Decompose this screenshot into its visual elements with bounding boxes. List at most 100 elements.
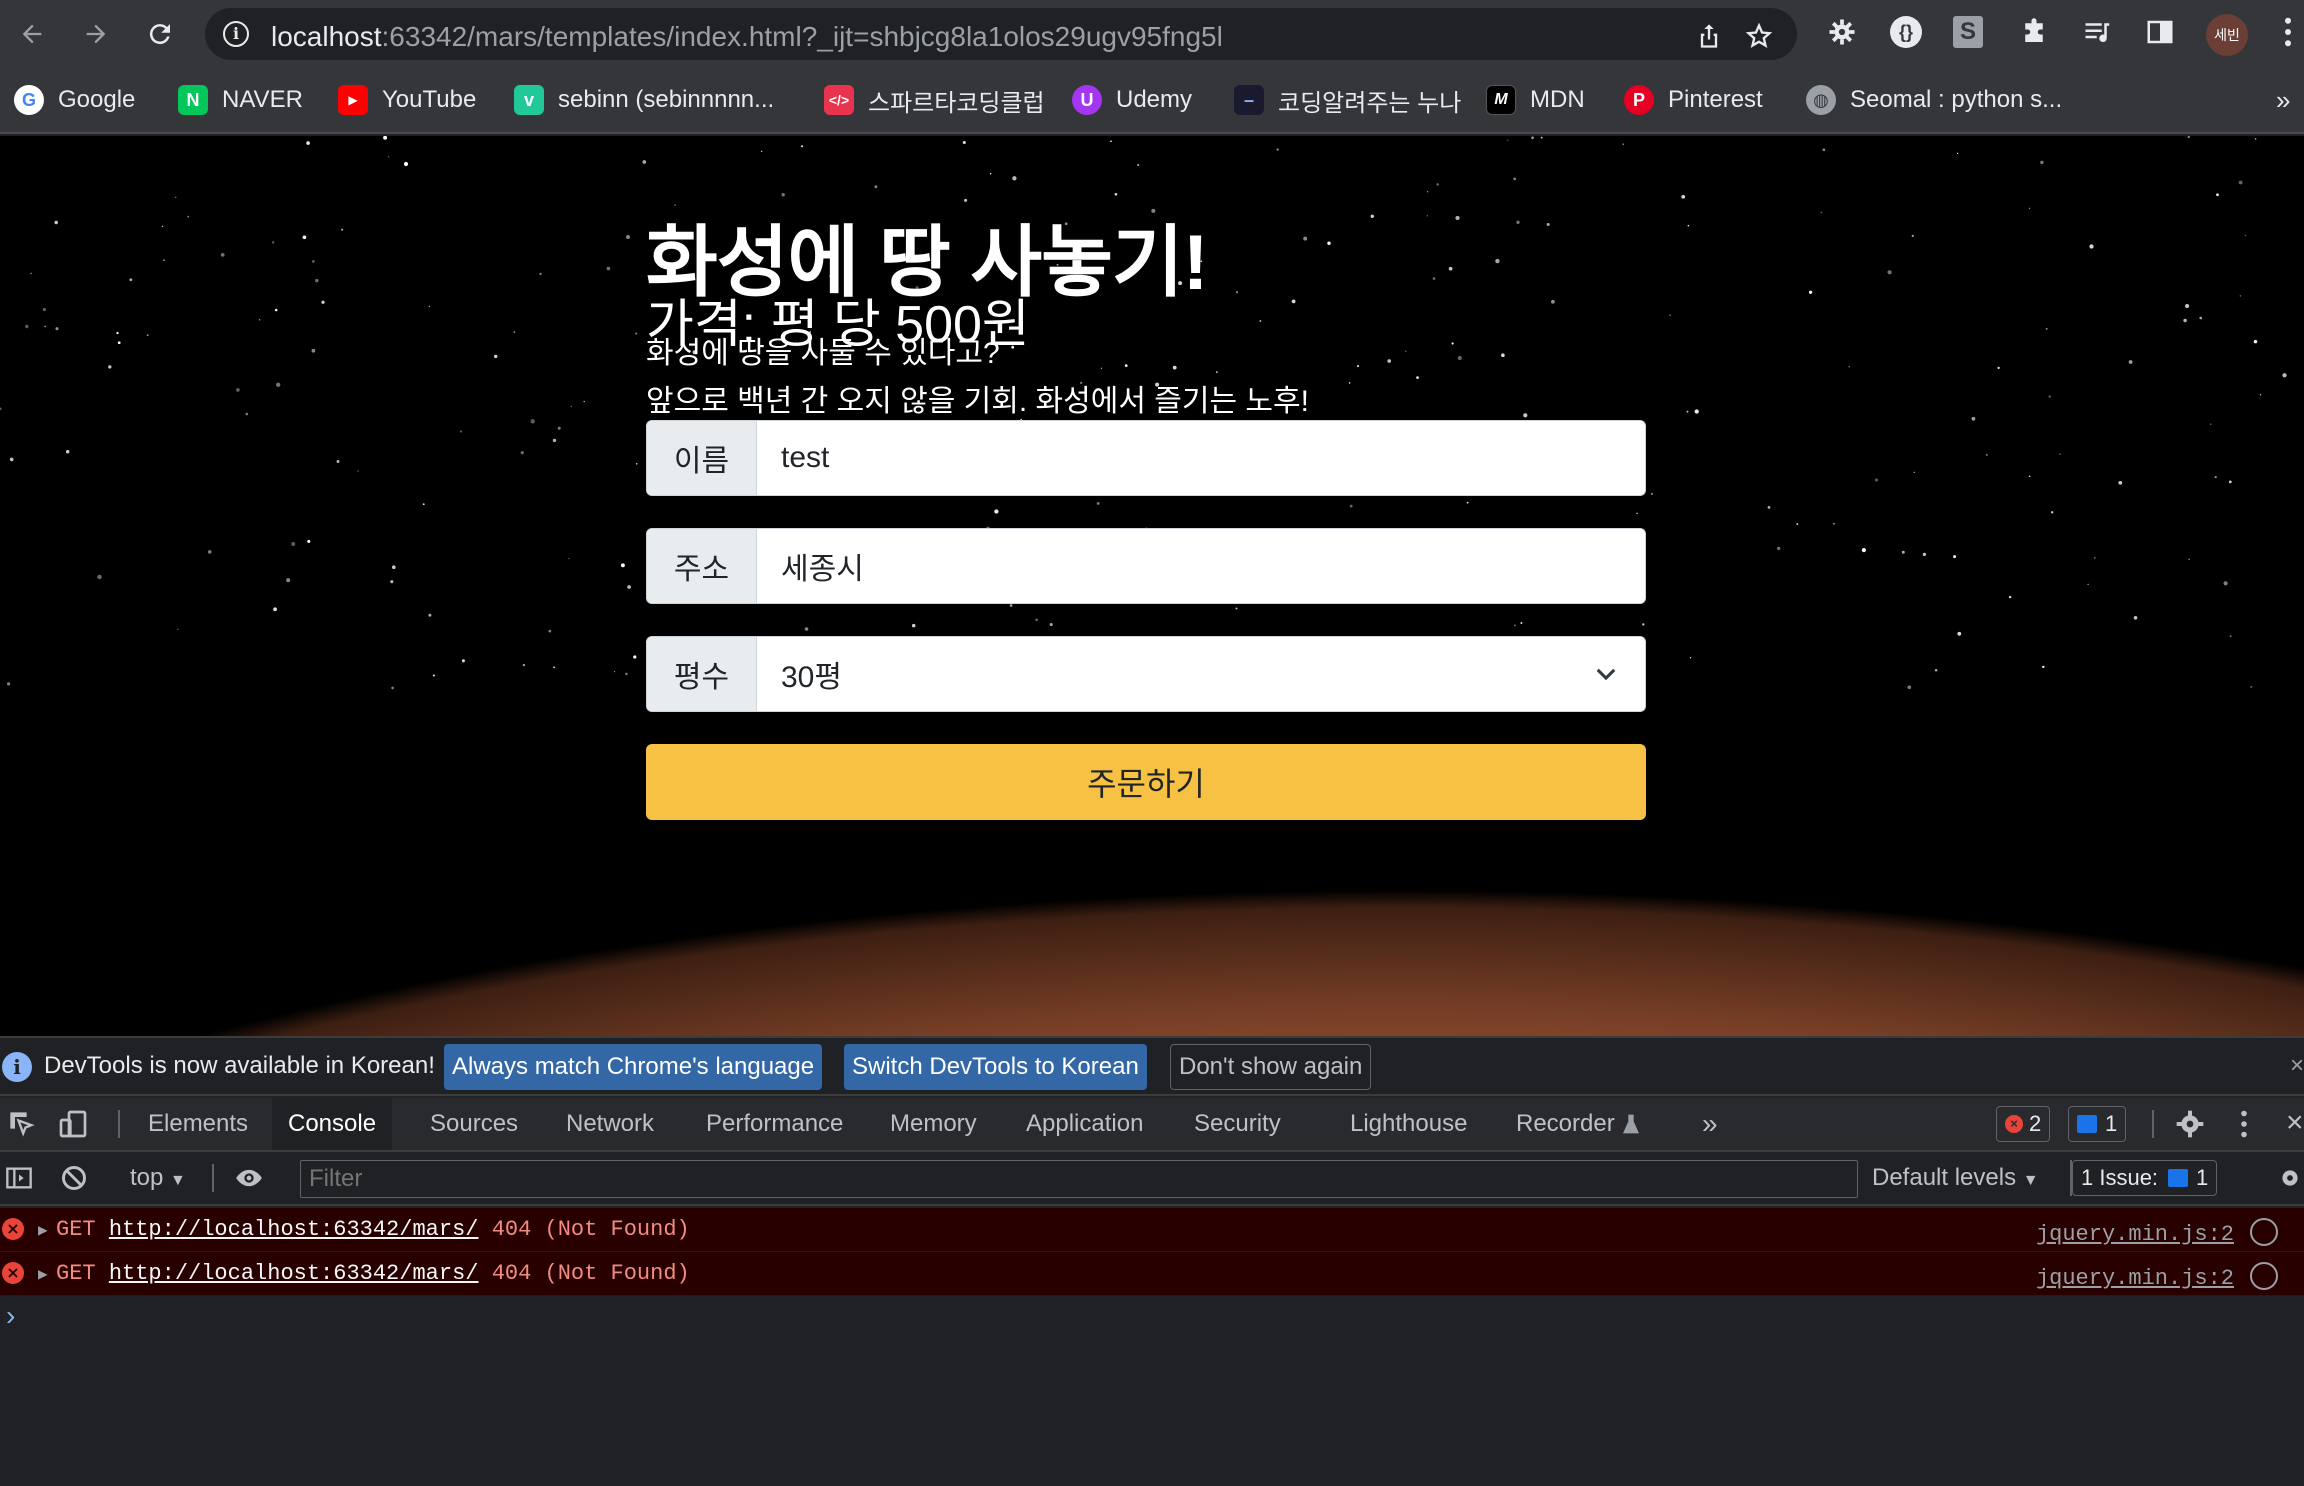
star — [1303, 236, 1308, 241]
devtools-menu-icon[interactable] — [2240, 1110, 2248, 1138]
bookmark-star-icon[interactable] — [1745, 22, 1773, 50]
back-button[interactable] — [12, 14, 52, 54]
bookmark-udemy[interactable]: U Udemy — [1072, 80, 1192, 120]
expand-triangle-icon[interactable]: ▶ — [38, 1220, 48, 1240]
error-count-badge[interactable]: × 2 — [1996, 1106, 2051, 1142]
tab-performance[interactable]: Performance — [690, 1098, 859, 1150]
profile-avatar[interactable]: 세빈 — [2206, 14, 2248, 56]
star — [2223, 581, 2228, 586]
extensions-puzzle-icon[interactable] — [2016, 14, 2052, 50]
tab-elements[interactable]: Elements — [132, 1098, 264, 1150]
console-error-row[interactable]: × ▶ GET http://localhost:63342/mars/ 404… — [0, 1252, 2304, 1296]
info-icon: i — [2, 1052, 32, 1082]
star — [25, 324, 29, 329]
tab-console[interactable]: Console — [272, 1098, 393, 1150]
extension-json-icon[interactable]: {} — [1888, 14, 1924, 50]
more-bookmarks-button[interactable]: » — [2276, 80, 2290, 120]
settings-gear-icon[interactable] — [2174, 1108, 2206, 1140]
inspect-element-icon[interactable] — [8, 1110, 36, 1138]
tab-recorder[interactable]: Recorder — [1500, 1098, 1655, 1150]
star — [1669, 314, 1671, 316]
log-levels-dropdown[interactable]: Default levels ▼ — [1872, 1164, 2039, 1192]
live-expression-eye-icon[interactable] — [232, 1164, 266, 1192]
bookmark-google[interactable]: G Google — [14, 80, 135, 120]
star — [1096, 501, 1100, 505]
always-match-language-button[interactable]: Always match Chrome's language — [444, 1044, 823, 1090]
youtube-icon: ▶ — [338, 85, 368, 115]
size-select[interactable]: 30평 — [757, 637, 1645, 711]
forward-button[interactable] — [76, 14, 116, 54]
bookmark-nuna[interactable]: – 코딩알려주는 누나 — [1234, 80, 1461, 120]
switch-to-korean-button[interactable]: Switch DevTools to Korean — [844, 1044, 1147, 1090]
bookmark-seomal[interactable]: ◍ Seomal : python s... — [1806, 80, 2062, 120]
dont-show-again-button[interactable]: Don't show again — [1170, 1044, 1372, 1090]
star — [391, 686, 394, 690]
star — [2214, 475, 2217, 479]
bookmark-mdn[interactable]: M MDN — [1486, 80, 1585, 120]
star — [620, 563, 625, 568]
network-request-icon[interactable] — [2250, 1262, 2278, 1290]
bookmark-naver[interactable]: N NAVER — [178, 80, 303, 120]
device-toolbar-icon[interactable] — [56, 1108, 90, 1140]
reload-button[interactable] — [140, 14, 180, 54]
close-devtools-icon[interactable]: × — [2286, 1106, 2304, 1140]
share-icon[interactable] — [1695, 22, 1723, 50]
site-info-icon[interactable]: i — [223, 21, 249, 47]
bookmark-sparta[interactable]: </> 스파르타코딩클럽 — [824, 80, 1045, 120]
tab-lighthouse[interactable]: Lighthouse — [1334, 1098, 1483, 1150]
star — [315, 278, 319, 283]
request-url-link[interactable]: http://localhost:63342/mars/ — [109, 1217, 479, 1242]
tab-application[interactable]: Application — [1010, 1098, 1159, 1150]
star — [1861, 548, 1866, 553]
tab-memory[interactable]: Memory — [874, 1098, 993, 1150]
star — [1956, 152, 1959, 155]
bookmark-velog[interactable]: v sebinn (sebinnnnn... — [514, 80, 774, 120]
star — [1833, 523, 1835, 525]
console-filter-input[interactable] — [300, 1160, 1858, 1198]
tab-security[interactable]: Security — [1178, 1098, 1297, 1150]
expand-triangle-icon[interactable]: ▶ — [38, 1264, 48, 1284]
clear-console-icon[interactable] — [60, 1164, 88, 1192]
network-request-icon[interactable] — [2250, 1218, 2278, 1246]
extension-s-icon[interactable]: S — [1950, 14, 1986, 50]
console-error-row[interactable]: × ▶ GET http://localhost:63342/mars/ 404… — [0, 1208, 2304, 1252]
tab-sources[interactable]: Sources — [414, 1098, 534, 1150]
star — [761, 150, 763, 153]
console-settings-icon[interactable] — [2276, 1164, 2304, 1192]
source-link[interactable]: jquery.min.js:2 — [2036, 1266, 2234, 1291]
star — [1432, 277, 1436, 280]
star — [1455, 215, 1460, 221]
issues-button[interactable]: 1 Issue: 1 — [2072, 1160, 2218, 1196]
bookmark-youtube[interactable]: ▶ YouTube — [338, 80, 476, 120]
star — [635, 462, 638, 465]
bookmark-pinterest[interactable]: P Pinterest — [1624, 80, 1763, 120]
size-label: 평수 — [647, 637, 757, 711]
tab-network[interactable]: Network — [550, 1098, 670, 1150]
media-queue-icon[interactable] — [2080, 14, 2116, 50]
size-select-group: 평수 30평 — [646, 636, 1646, 712]
star — [804, 627, 809, 631]
sidebar-toggle-icon[interactable] — [4, 1164, 34, 1192]
address-bar[interactable]: i localhost:63342/mars/templates/index.h… — [205, 8, 1797, 60]
star — [1457, 356, 1462, 360]
source-link[interactable]: jquery.min.js:2 — [2036, 1222, 2234, 1247]
message-count-badge[interactable]: 1 — [2068, 1106, 2127, 1142]
close-banner-icon[interactable]: × — [2290, 1052, 2304, 1080]
request-url-link[interactable]: http://localhost:63342/mars/ — [109, 1261, 479, 1286]
order-button[interactable]: 주문하기 — [646, 744, 1646, 820]
extension-gear-icon[interactable] — [1824, 14, 1860, 50]
star — [557, 426, 561, 430]
star — [207, 550, 212, 554]
side-panel-icon[interactable] — [2142, 14, 2178, 50]
name-label: 이름 — [647, 421, 757, 495]
menu-kebab-icon[interactable] — [2270, 14, 2304, 50]
url-text[interactable]: localhost:63342/mars/templates/index.htm… — [271, 21, 1223, 53]
name-input[interactable] — [757, 421, 1645, 495]
star — [1776, 546, 1781, 551]
context-selector[interactable]: top ▼ — [130, 1164, 186, 1192]
address-input[interactable] — [757, 529, 1645, 603]
star — [97, 574, 102, 580]
more-tabs-icon[interactable]: » — [1686, 1098, 1734, 1150]
console-prompt[interactable]: › — [6, 1300, 15, 1332]
star — [273, 607, 277, 612]
